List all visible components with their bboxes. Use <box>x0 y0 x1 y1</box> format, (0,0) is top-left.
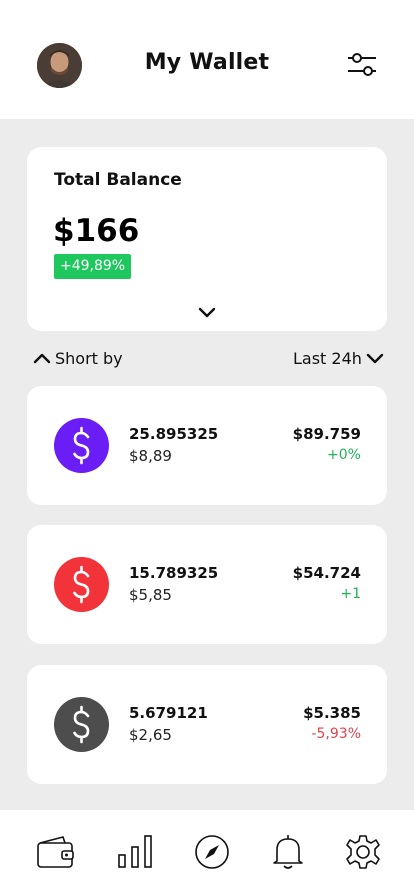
chevron-down-icon <box>198 307 216 318</box>
sliders-icon <box>348 53 376 76</box>
sort-by-label: Short by <box>55 348 123 368</box>
balance-value: $166 <box>53 213 140 249</box>
asset-card[interactable]: 25.895325 $8,89 $89.759 +0% <box>27 386 387 505</box>
asset-amount: 25.895325 <box>129 425 219 443</box>
header: My Wallet <box>0 0 414 119</box>
asset-value: $54.724 <box>292 564 361 582</box>
dollar-icon <box>54 418 109 473</box>
coin-icon <box>54 557 109 612</box>
nav-stats[interactable] <box>115 832 155 872</box>
asset-card[interactable]: 15.789325 $5,85 $54.724 +1 <box>27 525 387 644</box>
gear-icon <box>346 835 380 869</box>
compass-icon <box>195 835 229 869</box>
wallet-icon <box>37 836 74 868</box>
expand-button[interactable] <box>197 305 217 319</box>
sort-by-toggle[interactable]: Short by <box>33 347 123 369</box>
chevron-down-icon <box>366 353 384 364</box>
dollar-icon <box>54 557 109 612</box>
asset-amount: 15.789325 <box>129 564 219 582</box>
coin-icon <box>54 697 109 752</box>
nav-notifications[interactable] <box>268 832 308 872</box>
nav-settings[interactable] <box>343 832 383 872</box>
asset-price: $5,85 <box>129 586 172 604</box>
dollar-icon <box>54 697 109 752</box>
nav-explore[interactable] <box>192 832 232 872</box>
bottom-nav <box>0 810 414 896</box>
asset-card[interactable]: 5.679121 $2,65 $5.385 -5,93% <box>27 665 387 784</box>
asset-price: $2,65 <box>129 726 172 744</box>
period-label: Last 24h <box>293 348 362 368</box>
asset-change: -5,93% <box>311 726 361 742</box>
asset-amount: 5.679121 <box>129 704 208 722</box>
balance-label: Total Balance <box>54 170 182 190</box>
chart-bars-icon <box>118 835 152 868</box>
balance-card: Total Balance $166 +49,89% <box>27 147 387 331</box>
chevron-up-icon <box>33 353 51 364</box>
asset-value: $89.759 <box>292 425 361 443</box>
asset-price: $8,89 <box>129 447 172 465</box>
asset-change: +0% <box>327 447 361 463</box>
coin-icon <box>54 418 109 473</box>
filter-button[interactable] <box>346 50 378 80</box>
bell-icon <box>273 835 303 869</box>
asset-change: +1 <box>340 586 361 602</box>
asset-value: $5.385 <box>303 704 361 722</box>
nav-wallet[interactable] <box>35 832 75 872</box>
period-selector[interactable]: Last 24h <box>293 347 384 369</box>
balance-change-badge: +49,89% <box>54 254 132 279</box>
